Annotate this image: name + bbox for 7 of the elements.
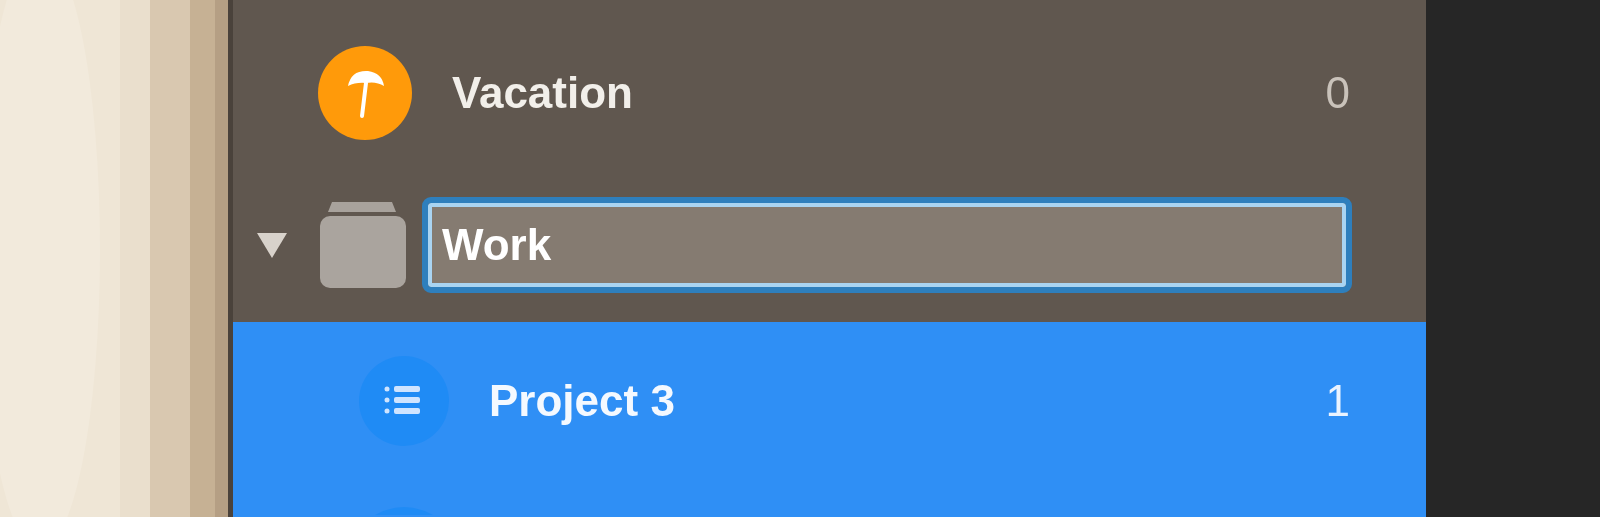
list-name: Vacation	[452, 67, 633, 119]
list-name: Project 3	[489, 375, 675, 427]
disclosure-triangle-icon[interactable]	[255, 230, 289, 260]
group-row[interactable]: Work	[233, 202, 1426, 288]
item-count: 1	[1325, 375, 1350, 427]
item-count: 0	[1325, 67, 1350, 119]
sidebar-item[interactable]: Vacation 0	[233, 46, 1426, 140]
